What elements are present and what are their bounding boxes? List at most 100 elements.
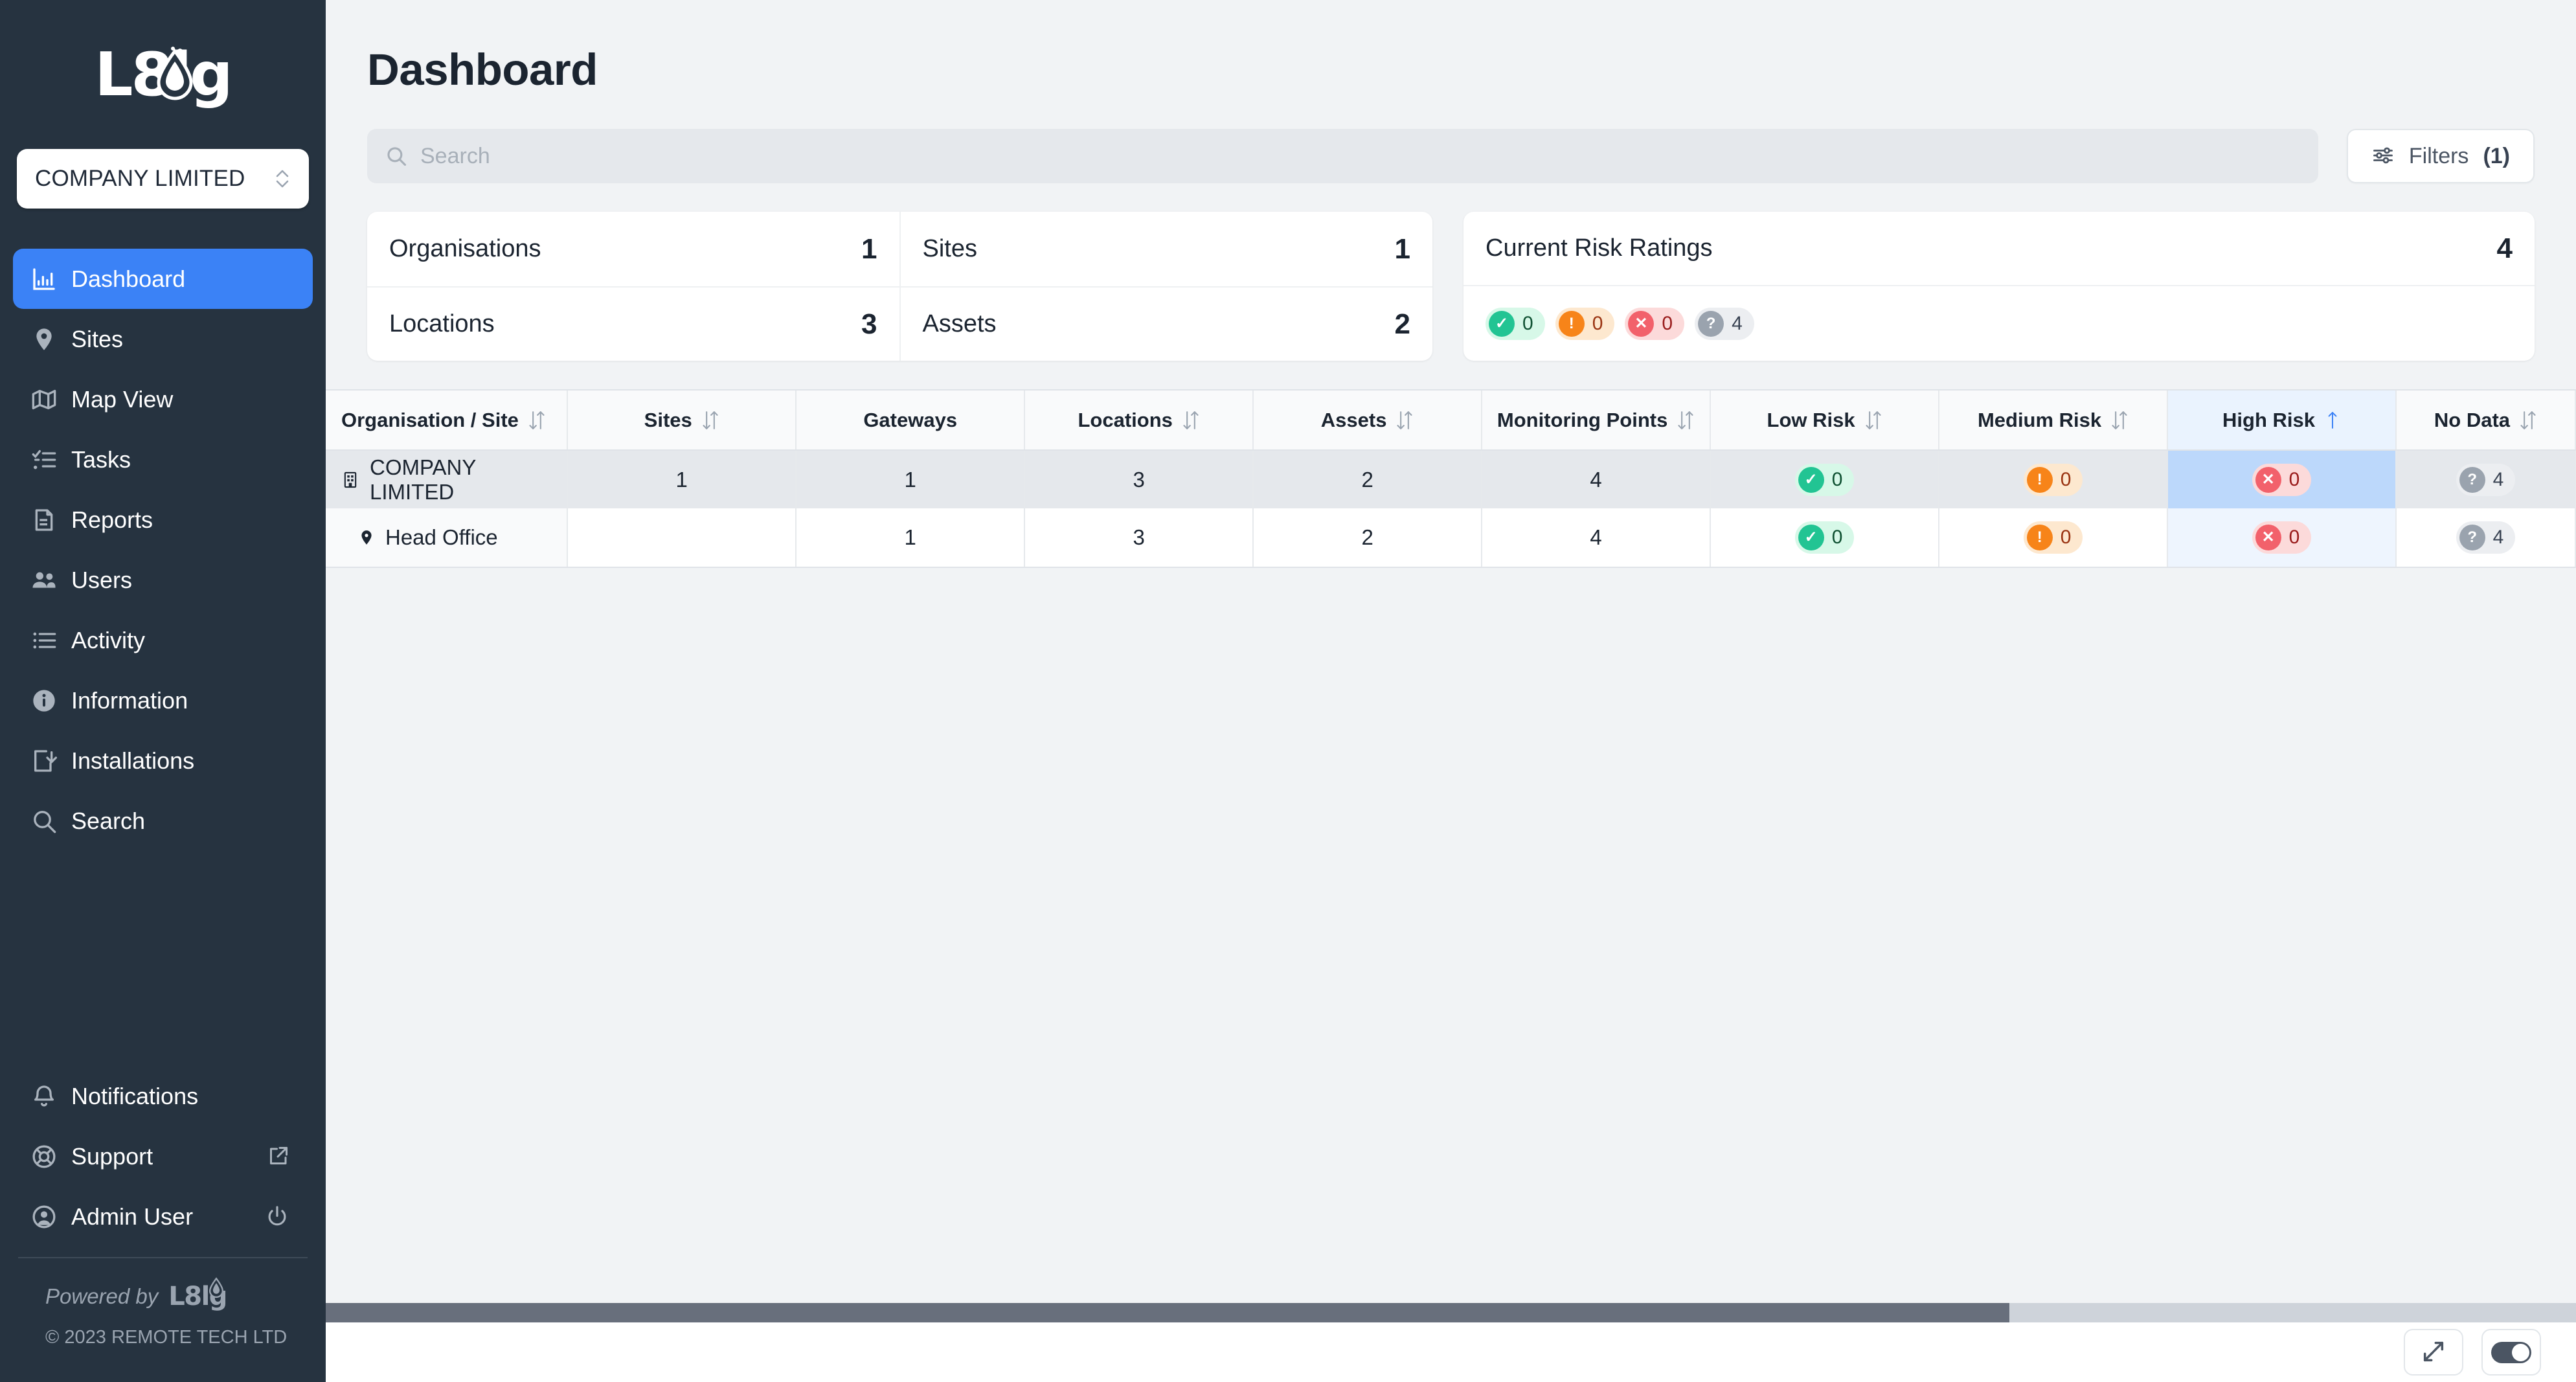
sort-icon[interactable] [528, 409, 546, 431]
sort-icon[interactable] [2519, 409, 2537, 431]
column-header-medium-risk[interactable]: Medium Risk [1939, 391, 2169, 451]
sidebar-item-support[interactable]: Support [13, 1126, 313, 1186]
page-title: Dashboard [367, 45, 598, 95]
stat-locations: Locations 3 [367, 286, 899, 361]
lifebuoy-icon [31, 1144, 71, 1170]
sort-icon[interactable] [1677, 409, 1695, 431]
question-circle-icon: ? [2459, 525, 2485, 550]
stat-value: 1 [861, 232, 877, 265]
table-header-row: Organisation / Site Sites Gateways Locat… [326, 391, 2576, 451]
sidebar-item-map-view[interactable]: Map View [13, 369, 313, 429]
cell-medium-risk: ! 0 [1939, 450, 2169, 508]
external-link-icon[interactable] [266, 1145, 289, 1168]
sidebar-item-activity[interactable]: Activity [13, 610, 313, 670]
cell-medium-risk: ! 0 [1939, 508, 2169, 567]
risk-chip-value: 0 [1592, 312, 1603, 334]
bar-chart-icon [31, 266, 71, 292]
stat-assets: Assets 2 [900, 286, 1432, 361]
sidebar-item-notifications[interactable]: Notifications [13, 1066, 313, 1126]
cell-site-name[interactable]: Head Office [326, 508, 569, 567]
column-label: High Risk [2222, 408, 2315, 431]
power-icon[interactable] [265, 1205, 289, 1229]
current-risk-ratings-card: Current Risk Ratings 4 ✓ 0 ! 0 ✕ 0 ? 4 [1463, 212, 2535, 361]
table-row[interactable]: Head Office 1 3 2 4 ✓ 0 ! 0 ✕ 0 ? 4 [326, 508, 2576, 567]
question-circle-icon: ? [2459, 466, 2485, 493]
column-header-monitoring-points[interactable]: Monitoring Points [1482, 391, 1712, 451]
risk-chip-medium[interactable]: ! 0 [1555, 307, 1615, 340]
scrollbar-thumb[interactable] [326, 1303, 2009, 1322]
app-root: L8l g COMPANY LIMITED Dashboard Sites Ma… [0, 0, 2576, 1382]
cell-high-risk: ✕ 0 [2167, 450, 2397, 508]
search-box[interactable] [367, 129, 2318, 183]
compact-mode-toggle-button[interactable] [2481, 1329, 2541, 1376]
bell-icon [31, 1083, 71, 1109]
sidebar-item-information[interactable]: Information [13, 670, 313, 731]
risk-chip-high[interactable]: ✕ 0 [1625, 307, 1685, 340]
sidebar-item-label: Users [71, 566, 133, 593]
app-logo: L8l g [0, 0, 326, 149]
powered-logo-left: L8l [168, 1282, 210, 1311]
dashboard-table: Organisation / Site Sites Gateways Locat… [326, 391, 2576, 567]
sidebar-item-sites[interactable]: Sites [13, 309, 313, 369]
table-row[interactable]: COMPANY LIMITED 1 1 3 2 4 ✓ 0 ! 0 ✕ 0 ? 4 [326, 450, 2576, 508]
exclamation-circle-icon: ! [1558, 310, 1585, 337]
sidebar-item-admin-user[interactable]: Admin User [13, 1186, 313, 1247]
column-header-low-risk[interactable]: Low Risk [1710, 391, 1940, 451]
powered-by-label: Powered by [45, 1284, 159, 1308]
map-pin-icon [358, 529, 375, 546]
sidebar-item-installations[interactable]: Installations [13, 731, 313, 791]
stat-value: 3 [861, 308, 877, 340]
bottom-bar [326, 1322, 2576, 1382]
filters-button[interactable]: Filters (1) [2346, 129, 2535, 183]
sidebar: L8l g COMPANY LIMITED Dashboard Sites Ma… [0, 0, 326, 1382]
row-name-label: COMPANY LIMITED [370, 455, 476, 504]
cell-low-risk: ✓ 0 [1710, 508, 1940, 567]
risk-chip-low[interactable]: ✓ 0 [1486, 307, 1545, 340]
column-header-gateways[interactable]: Gateways [796, 391, 1026, 451]
cell-monitoring-points: 4 [1482, 450, 1712, 508]
column-header-sites[interactable]: Sites [567, 391, 797, 451]
question-circle-icon: ? [1698, 310, 1724, 337]
sidebar-item-users[interactable]: Users [13, 550, 313, 610]
sidebar-item-tasks[interactable]: Tasks [13, 429, 313, 490]
column-header-high-risk[interactable]: High Risk [2167, 391, 2397, 451]
column-header-no-data[interactable]: No Data [2396, 391, 2576, 451]
stat-label: Sites [922, 235, 977, 262]
risk-card-chips: ✓ 0 ! 0 ✕ 0 ? 4 [1463, 286, 2535, 361]
sort-icon[interactable] [701, 409, 719, 431]
exclamation-circle-icon: ! [2026, 525, 2053, 550]
sidebar-item-label: Reports [71, 506, 153, 533]
sort-icon[interactable] [2110, 409, 2129, 431]
cell-monitoring-points: 4 [1482, 508, 1712, 567]
search-input[interactable] [420, 143, 2300, 169]
counts-card: Organisations 1 Locations 3 Sites 1 Asse… [367, 212, 1432, 361]
sidebar-item-reports[interactable]: Reports [13, 490, 313, 550]
horizontal-scrollbar[interactable] [326, 1303, 2576, 1322]
stat-value: 1 [1394, 232, 1410, 265]
check-circle-icon: ✓ [1798, 466, 1824, 493]
x-circle-icon: ✕ [2255, 466, 2281, 493]
column-label: Assets [1320, 408, 1387, 431]
column-header-assets[interactable]: Assets [1253, 391, 1483, 451]
sort-icon[interactable] [1864, 409, 1882, 431]
sort-icon[interactable] [1395, 409, 1414, 431]
column-header-organisation-site[interactable]: Organisation / Site [326, 391, 569, 451]
organisation-selector[interactable]: COMPANY LIMITED [17, 149, 309, 209]
column-label: No Data [2434, 408, 2511, 431]
check-circle-icon: ✓ [1489, 310, 1515, 337]
badge-value: 0 [2288, 468, 2300, 490]
sidebar-item-label: Information [71, 686, 188, 714]
column-header-locations[interactable]: Locations [1024, 391, 1254, 451]
sidebar-item-search[interactable]: Search [13, 791, 313, 851]
sort-icon[interactable] [1182, 409, 1200, 431]
sidebar-bottom: Notifications Support Admin User Powered… [0, 1066, 326, 1382]
check-circle-icon: ✓ [1798, 525, 1824, 550]
cell-organisation-name[interactable]: COMPANY LIMITED [326, 450, 569, 508]
sort-ascending-icon[interactable] [2324, 409, 2341, 431]
organisation-selector-value: COMPANY LIMITED [35, 166, 245, 191]
cell-gateways: 1 [796, 508, 1026, 567]
risk-chip-no-data[interactable]: ? 4 [1695, 307, 1754, 340]
sidebar-item-dashboard[interactable]: Dashboard [13, 249, 313, 309]
expand-button[interactable] [2404, 1329, 2463, 1376]
low-risk-badge: ✓ 0 [1794, 463, 1855, 496]
